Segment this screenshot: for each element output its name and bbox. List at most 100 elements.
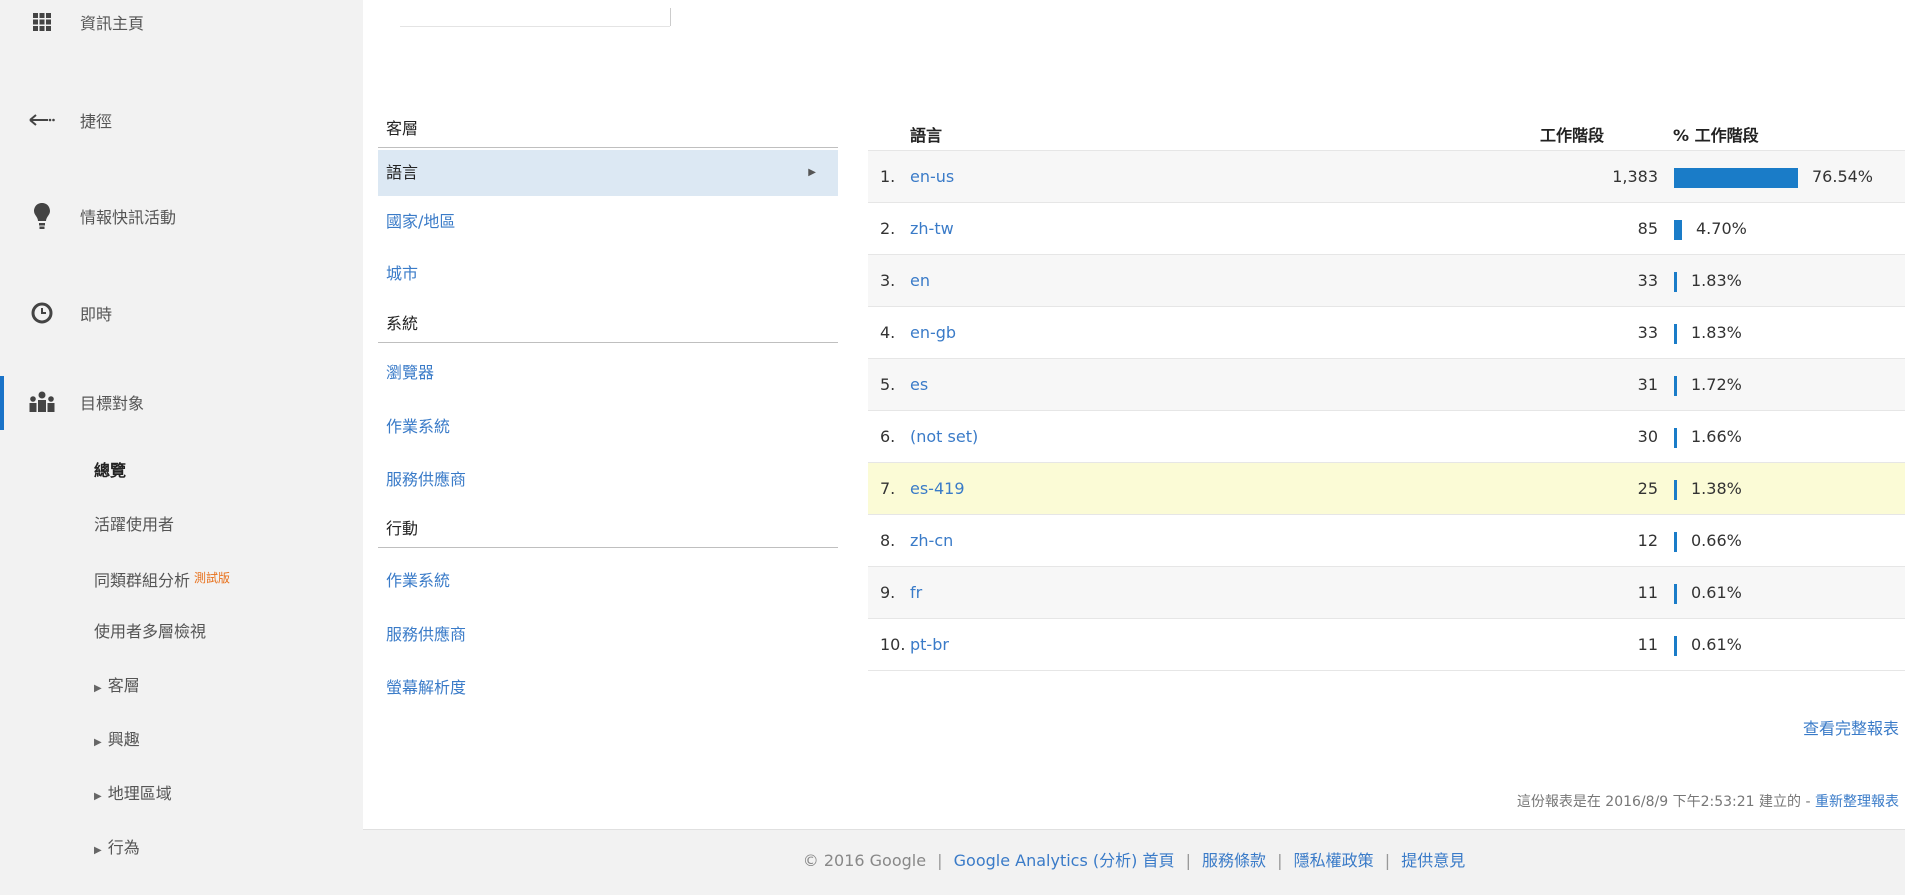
language-link[interactable]: (not set) [910, 427, 978, 446]
nav-item-label: 情報快訊活動 [80, 208, 177, 227]
sub-item-label: 興趣 [107, 730, 140, 749]
expand-triangle-icon: ▶ [94, 845, 102, 856]
percent-value: 4.70% [1696, 219, 1747, 238]
row-index: 5. [880, 375, 896, 394]
dimension-link-os[interactable]: 作業系統 [378, 404, 838, 450]
sub-item-label: 地理區域 [107, 784, 172, 803]
nav-item-realtime[interactable]: 即時 [0, 293, 363, 333]
percent-bar [1674, 532, 1677, 552]
percent-value: 1.66% [1691, 427, 1742, 446]
nav-item-label: 即時 [80, 305, 113, 324]
row-index: 9. [880, 583, 896, 602]
dimension-link-city[interactable]: 城市 [378, 251, 838, 297]
row-index: 10. [880, 635, 906, 654]
language-link[interactable]: zh-tw [910, 219, 954, 238]
nav-item-intelligence[interactable]: 情報快訊活動 [0, 196, 363, 236]
shortcut-arrow-icon [28, 106, 56, 134]
percent-bar [1674, 272, 1677, 292]
sub-item-active-users[interactable]: 活躍使用者 [94, 510, 174, 540]
sub-item-cohort-analysis[interactable]: 同類群組分析 測試版 [94, 563, 230, 593]
language-link[interactable]: zh-cn [910, 531, 953, 550]
table-row: 8. zh-cn 12 0.66% [868, 514, 1905, 566]
footer-link-terms[interactable]: 服務條款 [1202, 851, 1266, 870]
footer-link-privacy[interactable]: 隱私權政策 [1294, 851, 1374, 870]
sub-item-label: 客層 [107, 676, 140, 695]
people-icon [28, 388, 56, 416]
row-index: 7. [880, 479, 896, 498]
group-header-system: 系統 [378, 305, 838, 343]
row-index: 2. [880, 219, 896, 238]
language-link[interactable]: es-419 [910, 479, 965, 498]
language-link[interactable]: fr [910, 583, 922, 602]
dimension-link-screen-resolution[interactable]: 螢幕解析度 [378, 665, 838, 711]
divider: | [937, 851, 943, 870]
sessions-value: 33 [1637, 323, 1658, 342]
language-link[interactable]: pt-br [910, 635, 949, 654]
language-link[interactable]: en-us [910, 167, 954, 186]
nav-item-label: 捷徑 [80, 112, 113, 131]
language-link[interactable]: es [910, 375, 928, 394]
language-link[interactable]: en [910, 271, 930, 290]
footer-link-feedback[interactable]: 提供意見 [1401, 851, 1465, 870]
table-row: 4. en-gb 33 1.83% [868, 306, 1905, 358]
grid-icon [28, 8, 56, 36]
sub-item-label: 使用者多層檢視 [94, 622, 207, 641]
percent-value: 1.72% [1691, 375, 1742, 394]
sub-item-label: 總覽 [94, 461, 127, 480]
divider [868, 670, 1905, 671]
column-header-language: 語言 [910, 126, 943, 145]
sub-item-user-explorer[interactable]: 使用者多層檢視 [94, 617, 206, 647]
dimension-link-language[interactable]: 語言 ▶ [378, 150, 838, 196]
nav-item-label: 資訊主頁 [80, 14, 145, 33]
column-header-sessions[interactable]: 工作階段 [1540, 122, 1604, 146]
search-box[interactable] [400, 0, 670, 27]
sub-item-label: 活躍使用者 [94, 515, 175, 534]
percent-value: 76.54% [1812, 167, 1874, 186]
footer-copyright: © 2016 Google [802, 851, 927, 870]
percent-value: 0.61% [1691, 583, 1742, 602]
nav-item-audience[interactable]: 目標對象 [0, 382, 363, 422]
language-link[interactable]: en-gb [910, 323, 956, 342]
table-header: 語言 工作階段 % 工作階段 [868, 110, 1905, 150]
sub-item-interests[interactable]: ▶ 興趣 [94, 725, 140, 755]
sub-item-behavior[interactable]: ▶ 行為 [94, 833, 140, 863]
divider: | [1185, 851, 1191, 870]
footer-link-analytics-home[interactable]: Google Analytics (分析) 首頁 [954, 851, 1175, 870]
dimension-link-mobile-os[interactable]: 作業系統 [378, 558, 838, 604]
sub-item-label: 同類群組分析 [94, 571, 191, 590]
footer: © 2016 Google | Google Analytics (分析) 首頁… [363, 829, 1905, 895]
nav-item-home[interactable]: 資訊主頁 [0, 2, 363, 42]
view-full-report-link[interactable]: 查看完整報表 [1803, 715, 1899, 739]
table-row: 6. (not set) 30 1.66% [868, 410, 1905, 462]
dimension-link-browser[interactable]: 瀏覽器 [378, 350, 838, 396]
table-row: 1. en-us 1,383 76.54% [868, 150, 1905, 202]
sub-item-demographics[interactable]: ▶ 客層 [94, 671, 140, 701]
percent-value: 1.83% [1691, 271, 1742, 290]
sub-item-label: 行為 [107, 838, 140, 857]
sub-item-geo[interactable]: ▶ 地理區域 [94, 779, 172, 809]
column-header-percent-sessions: % 工作階段 [1673, 126, 1759, 145]
divider: | [1277, 851, 1283, 870]
percent-bar [1674, 636, 1677, 656]
sessions-value: 85 [1637, 219, 1658, 238]
percent-bar [1674, 584, 1677, 604]
expand-triangle-icon: ▶ [94, 683, 102, 694]
percent-value: 1.38% [1691, 479, 1742, 498]
percent-bar [1674, 168, 1798, 188]
sessions-value: 30 [1637, 427, 1658, 446]
dimension-link-mobile-provider[interactable]: 服務供應商 [378, 612, 838, 658]
divider: | [1384, 851, 1391, 870]
refresh-report-link[interactable]: 重新整理報表 [1815, 794, 1899, 810]
table-row: 7. es-419 25 1.38% [868, 462, 1905, 514]
row-index: 3. [880, 271, 896, 290]
sessions-value: 11 [1637, 583, 1658, 602]
dimension-link-provider[interactable]: 服務供應商 [378, 457, 838, 503]
sessions-value: 11 [1637, 635, 1658, 654]
left-navigation: 資訊主頁 捷徑 情報快訊活動 即時 目標對象 總覽 活躍使用者 同類群組分析 測… [0, 0, 363, 895]
group-header-demographics: 客層 [378, 110, 838, 148]
sub-item-overview[interactable]: 總覽 [94, 456, 126, 486]
row-index: 4. [880, 323, 896, 342]
percent-value: 0.66% [1691, 531, 1742, 550]
nav-item-shortcuts[interactable]: 捷徑 [0, 100, 363, 140]
dimension-link-country[interactable]: 國家/地區 [378, 199, 838, 245]
